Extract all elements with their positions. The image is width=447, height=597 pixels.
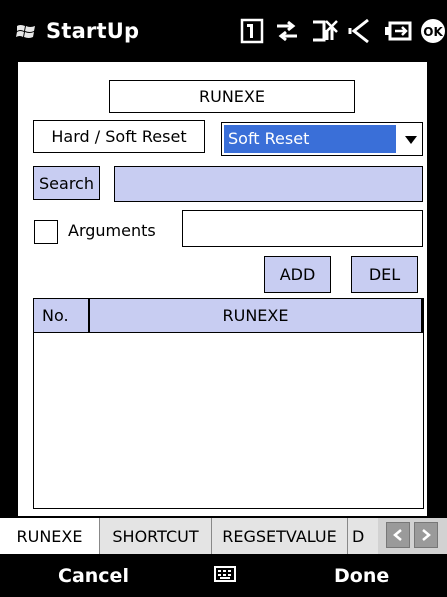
add-button[interactable]: ADD <box>264 256 331 293</box>
cancel-softkey[interactable]: Cancel <box>58 564 129 588</box>
ok-label: OK <box>423 25 443 39</box>
arguments-checkbox[interactable] <box>34 220 58 244</box>
list-header: No. RUNEXE <box>34 299 423 333</box>
speaker-icon[interactable] <box>348 16 372 46</box>
tab-scroll-left-button[interactable] <box>386 522 410 548</box>
battery-charging-icon[interactable] <box>384 16 414 46</box>
tab-runexe[interactable]: RUNEXE <box>0 518 100 554</box>
chevron-down-icon[interactable] <box>405 136 417 144</box>
tab-shortcut[interactable]: SHORTCUT <box>100 518 212 554</box>
title-bar: StartUp OK <box>0 0 447 62</box>
chevron-right-icon <box>422 529 431 541</box>
data-connection-icon <box>274 16 300 46</box>
start-menu-icon[interactable] <box>16 23 36 41</box>
reset-type-value: Soft Reset <box>224 125 396 153</box>
app-title: StartUp <box>46 19 140 43</box>
chevron-left-icon <box>393 529 402 541</box>
keyboard-icon[interactable] <box>214 565 236 583</box>
tab-scroll-right-button[interactable] <box>414 522 438 548</box>
arguments-label: Arguments <box>68 221 156 240</box>
done-softkey[interactable]: Done <box>334 564 389 588</box>
del-button[interactable]: DEL <box>351 256 418 293</box>
section-title: RUNEXE <box>109 80 355 113</box>
search-input[interactable] <box>114 166 423 202</box>
softkey-bar: Cancel Done <box>0 554 447 597</box>
reset-type-dropdown[interactable]: Soft Reset <box>221 122 423 156</box>
form-panel: RUNEXE Hard / Soft Reset Soft Reset Sear… <box>16 62 429 518</box>
runexe-list[interactable]: No. RUNEXE <box>33 298 424 509</box>
search-button[interactable]: Search <box>33 166 100 200</box>
tab-d[interactable]: D <box>348 518 378 554</box>
ok-button[interactable]: OK <box>420 16 446 46</box>
column-header-no[interactable]: No. <box>34 299 90 333</box>
sim-1-icon <box>240 16 264 46</box>
reset-type-label: Hard / Soft Reset <box>33 120 205 153</box>
tab-bar: RUNEXE SHORTCUT REGSETVALUE D <box>0 518 447 554</box>
tab-regsetvalue[interactable]: REGSETVALUE <box>212 518 348 554</box>
column-header-runexe[interactable]: RUNEXE <box>90 299 423 333</box>
no-signal-icon <box>310 16 340 46</box>
arguments-input[interactable] <box>182 210 423 247</box>
